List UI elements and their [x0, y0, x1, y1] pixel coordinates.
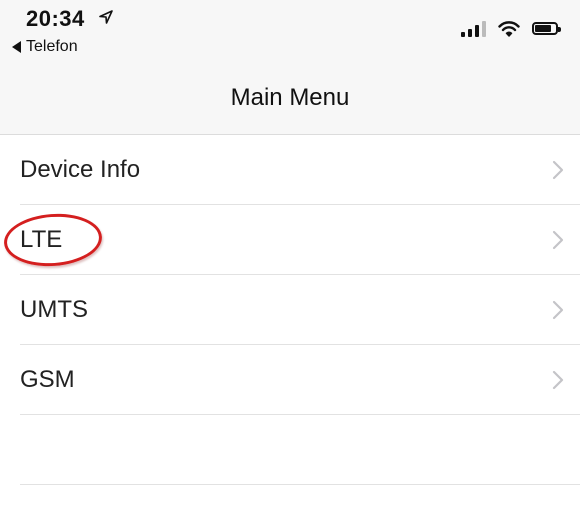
wifi-icon — [498, 21, 520, 37]
menu-item-lte[interactable]: LTE — [0, 205, 580, 275]
cellular-signal-icon — [461, 20, 486, 37]
chevron-right-icon — [552, 300, 564, 320]
back-label: Telefon — [26, 38, 78, 55]
back-triangle-icon — [12, 41, 21, 53]
battery-icon — [532, 22, 561, 35]
chevron-right-icon — [552, 160, 564, 180]
menu-item-label: Device Info — [20, 156, 141, 183]
status-icons — [461, 20, 561, 37]
menu-item-label: LTE — [20, 226, 63, 253]
top-bar: 20:34 Telefon Main Menu — [0, 0, 580, 135]
menu-item-gsm[interactable]: GSM — [0, 345, 580, 415]
battery-fill — [535, 25, 551, 32]
chevron-right-icon — [552, 230, 564, 250]
main-menu-list: Device Info LTE UMTS GSM — [0, 135, 580, 485]
status-time: 20:34 — [26, 6, 85, 31]
menu-item-label: UMTS — [20, 296, 88, 323]
location-arrow-icon — [99, 10, 113, 24]
menu-item-umts[interactable]: UMTS — [0, 275, 580, 345]
back-to-app-link[interactable]: Telefon — [12, 38, 78, 56]
menu-item-label: GSM — [20, 366, 75, 393]
chevron-right-icon — [552, 370, 564, 390]
menu-item-device-info[interactable]: Device Info — [0, 135, 580, 205]
page-title: Main Menu — [230, 84, 350, 111]
empty-row — [0, 415, 580, 485]
